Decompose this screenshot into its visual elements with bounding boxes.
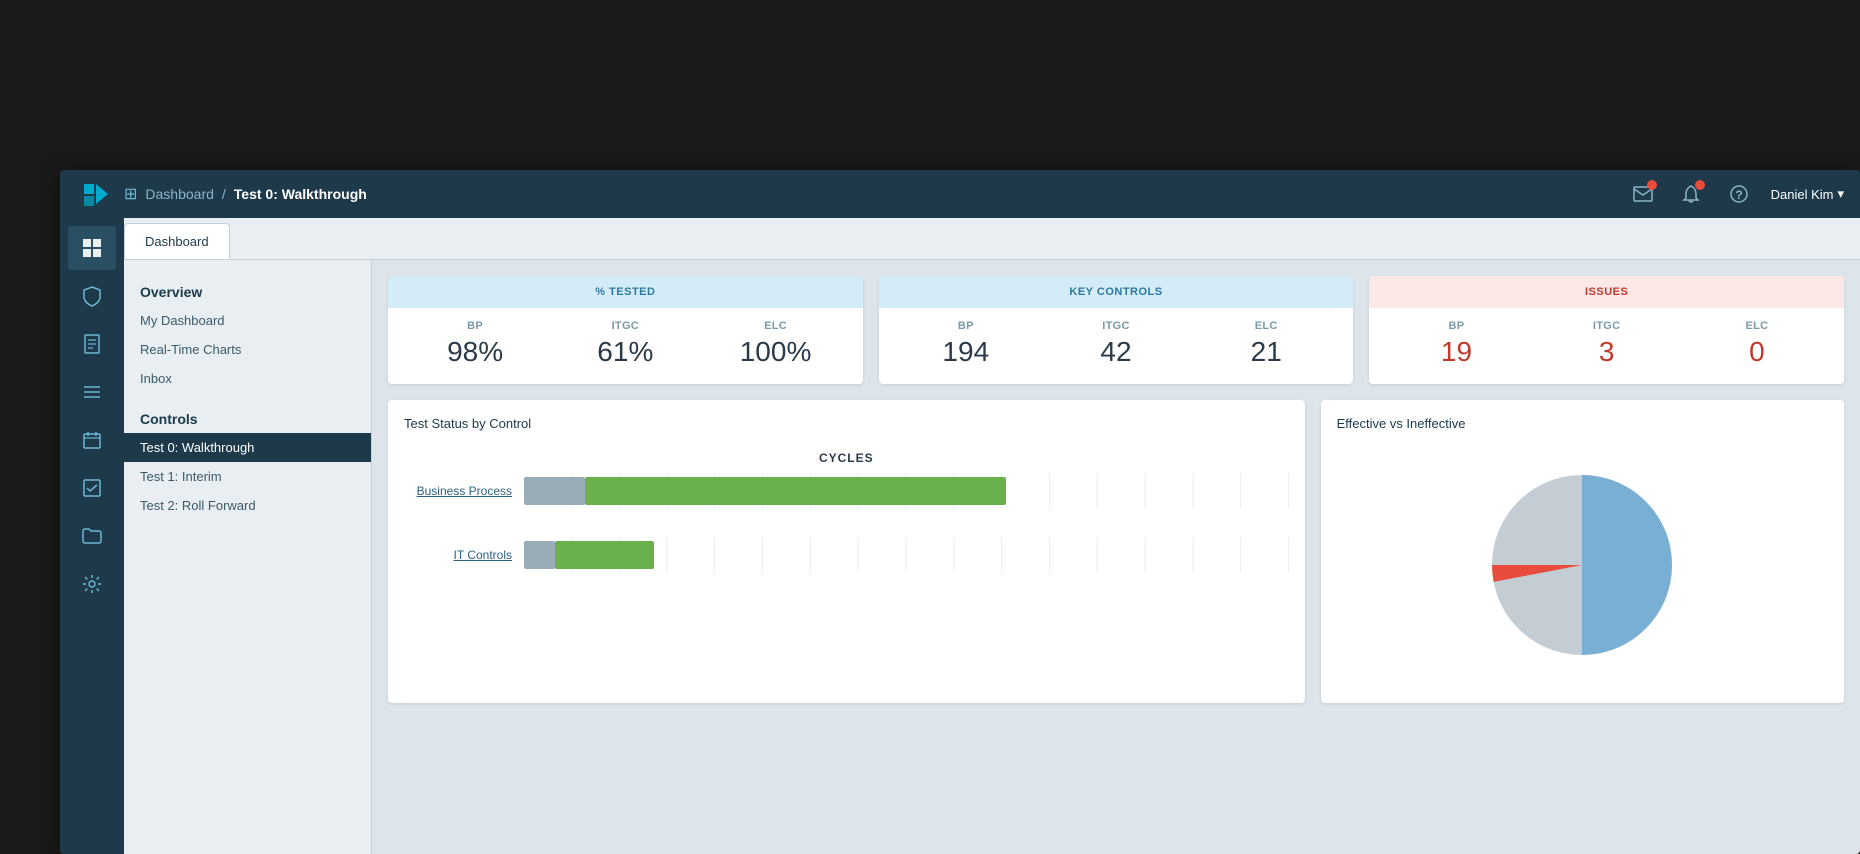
top-header: ⊞ Dashboard / Test 0: Walkthrough	[60, 170, 1860, 218]
stat-issues-itgc: ITGC 3	[1536, 320, 1678, 368]
stat-card-issues: ISSUES BP 19 ITGC 3	[1369, 276, 1844, 384]
pie-chart-title: Effective vs Ineffective	[1337, 416, 1828, 431]
left-nav: Overview My Dashboard Real-Time Charts I…	[124, 260, 372, 854]
stat-itgc-tested: ITGC 61%	[554, 320, 696, 368]
main-body: Overview My Dashboard Real-Time Charts I…	[124, 260, 1860, 854]
breadcrumb-base[interactable]: Dashboard	[145, 186, 214, 202]
bar-chart-subtitle: CYCLES	[404, 451, 1289, 465]
stat-issues-bp-label: BP	[1449, 320, 1465, 332]
stat-issues-bp-value: 19	[1441, 336, 1472, 368]
stat-card-key-controls: KEY CONTROLS BP 194 ITGC 42	[879, 276, 1354, 384]
breadcrumb-current: Test 0: Walkthrough	[234, 186, 367, 202]
tab-bar: Dashboard	[124, 218, 1860, 260]
stat-kc-itgc-label: ITGC	[1102, 320, 1129, 332]
stat-kc-itgc: ITGC 42	[1045, 320, 1187, 368]
dashboard-grid-icon: ⊞	[124, 184, 137, 204]
bar-chart-card: Test Status by Control CYCLES Business P…	[388, 400, 1305, 703]
right-panel: Dashboard Overview My Dashboard Real-Tim…	[124, 218, 1860, 854]
bar-chart-title: Test Status by Control	[404, 416, 1289, 431]
stat-kc-bp-value: 194	[942, 336, 989, 368]
bar-row-itc: IT Controls	[404, 537, 1289, 573]
stat-itgc-label: ITGC	[612, 320, 639, 332]
sidebar-icon-dashboard[interactable]	[68, 226, 116, 270]
pie-chart-svg	[1472, 455, 1692, 675]
nav-test1[interactable]: Test 1: Interim	[124, 462, 371, 491]
stat-kc-bp-label: BP	[958, 320, 974, 332]
stat-keycontrols-header: KEY CONTROLS	[879, 276, 1354, 308]
pie-segment-effective	[1582, 475, 1672, 655]
pie-chart-card: Effective vs Ineffective	[1321, 400, 1844, 703]
stat-bp-value: 98%	[447, 336, 503, 368]
bar-chart: CYCLES Business Process	[404, 443, 1289, 609]
sidebar-icon-calendar[interactable]	[68, 418, 116, 462]
breadcrumb: ⊞ Dashboard / Test 0: Walkthrough	[124, 184, 1627, 204]
sidebar-icon-list[interactable]	[68, 370, 116, 414]
bar-label-itc[interactable]: IT Controls	[404, 548, 524, 562]
content-area: Dashboard Overview My Dashboard Real-Tim…	[60, 218, 1860, 854]
stat-kc-elc-value: 21	[1251, 336, 1282, 368]
stat-issues-bp: BP 19	[1385, 320, 1527, 368]
stat-tested-header: % TESTED	[388, 276, 863, 308]
tab-dashboard-label: Dashboard	[145, 234, 209, 249]
nav-controls-title: Controls	[124, 403, 371, 433]
bell-badge	[1695, 180, 1705, 190]
nav-inbox[interactable]: Inbox	[124, 364, 371, 393]
stat-itgc-value: 61%	[597, 336, 653, 368]
stat-bp-tested: BP 98%	[404, 320, 546, 368]
bar-gray-bp	[524, 477, 585, 505]
stat-issues-header: ISSUES	[1369, 276, 1844, 308]
bar-area-bp	[524, 473, 1289, 509]
charts-row: Test Status by Control CYCLES Business P…	[388, 400, 1844, 703]
sidebar-icon-folder[interactable]	[68, 514, 116, 558]
stat-tested-body: BP 98% ITGC 61% ELC 100%	[388, 308, 863, 384]
user-name: Daniel Kim	[1771, 187, 1834, 202]
stat-issues-elc-label: ELC	[1745, 320, 1768, 332]
sidebar-icon-doc[interactable]	[68, 322, 116, 366]
stat-elc-tested: ELC 100%	[704, 320, 846, 368]
breadcrumb-separator: /	[222, 186, 226, 202]
stat-card-tested: % TESTED BP 98% ITGC 61%	[388, 276, 863, 384]
mail-button[interactable]	[1627, 178, 1659, 210]
bar-green-itc	[555, 541, 654, 569]
stat-keycontrols-body: BP 194 ITGC 42 ELC 21	[879, 308, 1354, 384]
nav-test2[interactable]: Test 2: Roll Forward	[124, 491, 371, 520]
sidebar-icon-shield[interactable]	[68, 274, 116, 318]
sidebar-icon-gear[interactable]	[68, 562, 116, 606]
main-content: % TESTED BP 98% ITGC 61%	[372, 260, 1860, 854]
bar-label-bp[interactable]: Business Process	[404, 484, 524, 498]
stat-issues-itgc-label: ITGC	[1593, 320, 1620, 332]
bar-green-bp	[585, 477, 1006, 505]
stat-issues-itgc-value: 3	[1599, 336, 1615, 368]
stat-kc-elc: ELC 21	[1195, 320, 1337, 368]
user-menu[interactable]: Daniel Kim ▾	[1771, 186, 1844, 202]
nav-overview-title: Overview	[124, 276, 371, 306]
nav-test0[interactable]: Test 0: Walkthrough	[124, 433, 371, 462]
mail-badge	[1647, 180, 1657, 190]
stat-kc-elc-label: ELC	[1255, 320, 1278, 332]
bar-row-bp: Business Process	[404, 473, 1289, 509]
sidebar-icon-check[interactable]	[68, 466, 116, 510]
help-button[interactable]: ?	[1723, 178, 1755, 210]
app-logo[interactable]	[76, 176, 112, 212]
stat-elc-value: 100%	[740, 336, 812, 368]
pie-chart-container	[1337, 443, 1828, 687]
header-actions: ? Daniel Kim ▾	[1627, 178, 1844, 210]
stats-row: % TESTED BP 98% ITGC 61%	[388, 276, 1844, 384]
stat-issues-body: BP 19 ITGC 3 ELC 0	[1369, 308, 1844, 384]
stat-issues-elc: ELC 0	[1686, 320, 1828, 368]
tab-dashboard[interactable]: Dashboard	[124, 223, 230, 259]
svg-text:?: ?	[1735, 188, 1742, 202]
nav-realtime-charts[interactable]: Real-Time Charts	[124, 335, 371, 364]
user-dropdown-icon: ▾	[1837, 186, 1844, 202]
bell-button[interactable]	[1675, 178, 1707, 210]
nav-my-dashboard[interactable]: My Dashboard	[124, 306, 371, 335]
stat-issues-elc-value: 0	[1749, 336, 1765, 368]
stat-elc-label: ELC	[764, 320, 787, 332]
icon-sidebar	[60, 218, 124, 854]
bar-area-itc	[524, 537, 1289, 573]
stat-kc-bp: BP 194	[895, 320, 1037, 368]
bar-gray-itc	[524, 541, 555, 569]
stat-kc-itgc-value: 42	[1100, 336, 1131, 368]
stat-bp-label: BP	[467, 320, 483, 332]
